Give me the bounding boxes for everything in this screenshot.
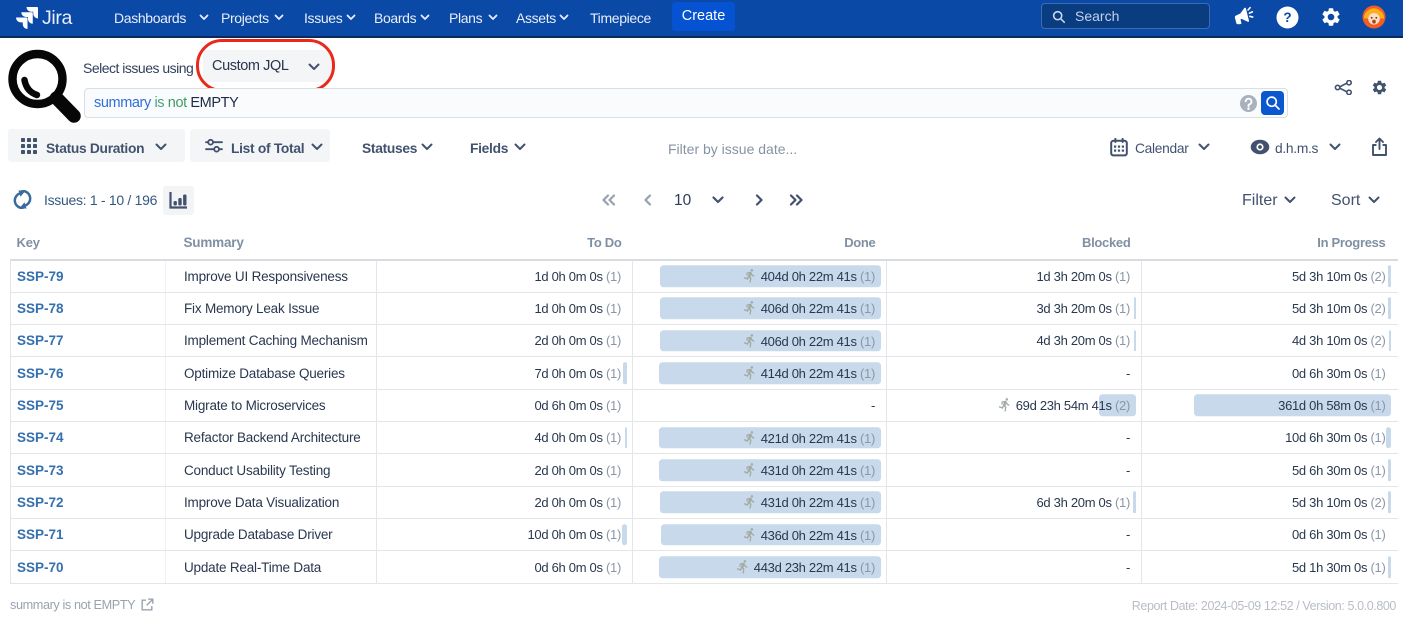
svg-text:?: ? bbox=[1283, 10, 1291, 25]
